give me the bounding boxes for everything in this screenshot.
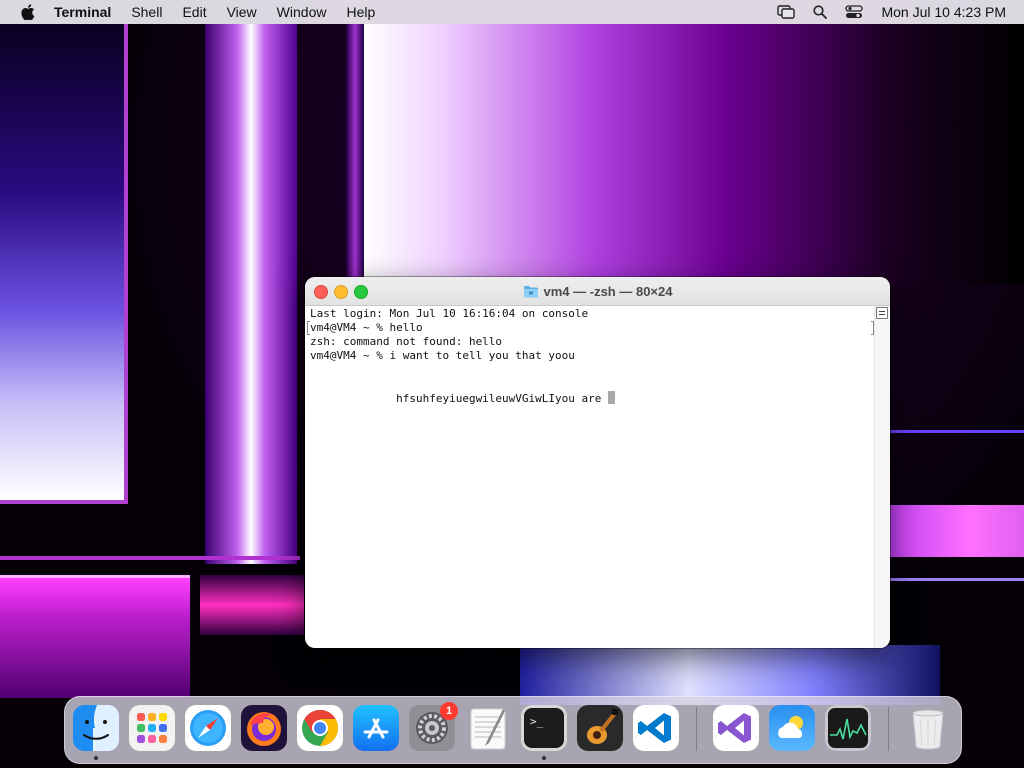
menu-bar-extras: Mon Jul 10 4:23 PM — [769, 0, 1024, 24]
close-window-button[interactable] — [314, 285, 328, 299]
terminal-window[interactable]: vm4 — -zsh — 80×24 Last login: Mon Jul 1… — [305, 277, 890, 648]
menu-bar: Terminal Shell Edit View Window Help Mon… — [0, 0, 1024, 24]
activity-monitor-icon[interactable] — [825, 705, 871, 751]
wallpaper-shape — [890, 505, 1024, 557]
terminal-output[interactable]: Last login: Mon Jul 10 16:16:04 on conso… — [305, 306, 875, 648]
svg-text:>_: >_ — [530, 715, 544, 728]
running-indicator — [542, 756, 546, 760]
menu-help[interactable]: Help — [336, 0, 385, 24]
text-cursor — [608, 391, 616, 404]
menu-window[interactable]: Window — [267, 0, 337, 24]
screen-mirroring-icon[interactable] — [769, 0, 803, 24]
scroll-track[interactable] — [874, 306, 890, 648]
running-indicator — [94, 756, 98, 760]
wallpaper-shape — [205, 24, 297, 564]
terminal-line: vm4@VM4 ~ % i want to tell you that yoou — [310, 349, 575, 362]
terminal-line: zsh: command not found: hello — [310, 335, 503, 348]
menu-edit[interactable]: Edit — [172, 0, 216, 24]
dock-separator — [696, 707, 697, 751]
wallpaper-shape — [0, 24, 128, 504]
wallpaper-shape — [364, 24, 1024, 284]
terminal-line: vm4@VM4 ~ % hello — [310, 321, 423, 334]
system-settings-icon[interactable]: 1 — [409, 702, 458, 751]
app-store-icon[interactable] — [353, 705, 399, 751]
chrome-icon[interactable] — [297, 705, 343, 751]
firefox-icon[interactable] — [241, 705, 287, 751]
menu-view[interactable]: View — [217, 0, 267, 24]
terminal-line-text: hfsuhfeyiuegwileuwVGiwLIyou are — [310, 392, 609, 405]
window-title-text: vm4 — -zsh — 80×24 — [543, 283, 673, 299]
wallpaper-shape — [200, 575, 304, 635]
garageband-icon[interactable] — [577, 705, 623, 751]
search-icon[interactable] — [803, 0, 837, 24]
zoom-window-button[interactable] — [354, 285, 368, 299]
textedit-icon[interactable] — [465, 705, 511, 751]
trash-icon[interactable] — [905, 705, 951, 751]
finder-icon[interactable] — [73, 705, 119, 751]
notification-badge: 1 — [440, 702, 458, 720]
menu-app-name[interactable]: Terminal — [54, 0, 121, 24]
menu-shell[interactable]: Shell — [121, 0, 172, 24]
safari-icon[interactable] — [185, 705, 231, 751]
window-title: vm4 — -zsh — 80×24 — [523, 283, 673, 299]
terminal-current-line: hfsuhfeyiuegwileuwVGiwLIyou are — [310, 391, 875, 405]
prompt-mark-bracket — [307, 321, 310, 335]
visual-studio-icon[interactable] — [713, 705, 759, 751]
menu-clock[interactable]: Mon Jul 10 4:23 PM — [871, 0, 1024, 24]
wallpaper-shape — [890, 578, 1024, 581]
wallpaper-shape — [890, 430, 1024, 433]
folder-icon — [523, 285, 538, 297]
prompt-mark-bracket — [871, 321, 874, 335]
wallpaper-shape — [0, 575, 190, 698]
scroll-marks-icon[interactable] — [876, 307, 888, 319]
terminal-icon[interactable]: >_ — [521, 705, 567, 751]
minimize-window-button[interactable] — [334, 285, 348, 299]
terminal-line: Last login: Mon Jul 10 16:16:04 on conso… — [310, 307, 589, 320]
window-title-bar[interactable]: vm4 — -zsh — 80×24 — [305, 277, 890, 306]
apple-menu-icon[interactable] — [18, 0, 38, 24]
launchpad-icon[interactable] — [129, 705, 175, 751]
wallpaper-shape — [0, 556, 300, 560]
dock-separator — [888, 707, 889, 751]
control-center-icon[interactable] — [837, 0, 871, 24]
vscode-icon[interactable] — [633, 705, 679, 751]
dock: 1 >_ — [64, 696, 962, 764]
weather-icon[interactable] — [769, 705, 815, 751]
